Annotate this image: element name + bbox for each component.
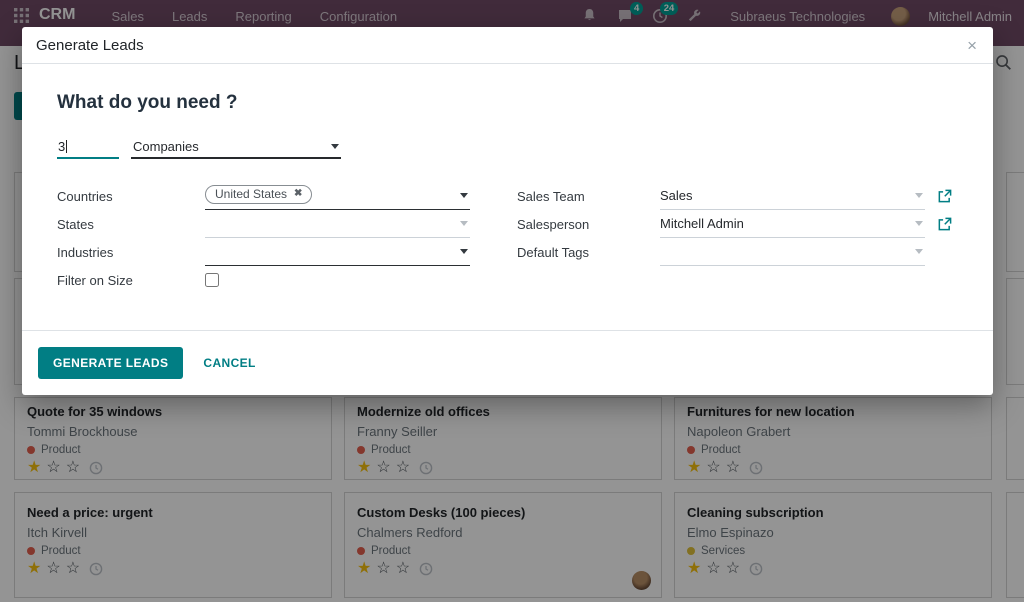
chevron-down-icon[interactable] xyxy=(915,193,923,198)
chevron-down-icon[interactable] xyxy=(460,193,468,198)
generate-leads-button[interactable]: GENERATE LEADS xyxy=(38,347,183,379)
industries-label: Industries xyxy=(57,245,205,260)
external-link-icon[interactable] xyxy=(937,217,952,232)
cancel-button[interactable]: CANCEL xyxy=(203,356,255,370)
chevron-down-icon[interactable] xyxy=(460,249,468,254)
text-cursor xyxy=(66,140,67,153)
salesperson-input[interactable]: Mitchell Admin xyxy=(660,210,925,238)
states-label: States xyxy=(57,217,205,232)
states-input[interactable] xyxy=(205,210,470,238)
sales-team-label: Sales Team xyxy=(517,189,660,204)
salesperson-label: Salesperson xyxy=(517,217,660,232)
close-icon[interactable]: × xyxy=(967,37,977,54)
screen: CRM Sales Leads Reporting Configuration … xyxy=(0,0,1024,602)
dialog-header: Generate Leads × xyxy=(22,27,993,64)
dialog-heading: What do you need ? xyxy=(57,92,238,114)
lead-type-select[interactable]: Companies xyxy=(131,136,341,159)
industries-input[interactable] xyxy=(205,238,470,266)
chevron-down-icon[interactable] xyxy=(915,249,923,254)
dialog-title: Generate Leads xyxy=(36,37,144,54)
count-type-row: 3 Companies xyxy=(57,136,341,159)
filter-on-size-checkbox[interactable] xyxy=(205,273,219,287)
filter-on-size-label: Filter on Size xyxy=(57,273,205,288)
country-tag[interactable]: United States ✖ xyxy=(205,185,312,204)
default-tags-input[interactable] xyxy=(660,238,925,266)
tag-remove-icon[interactable]: ✖ xyxy=(294,188,302,199)
external-link-icon[interactable] xyxy=(937,189,952,204)
default-tags-label: Default Tags xyxy=(517,245,660,260)
chevron-down-icon xyxy=(331,144,339,149)
chevron-down-icon[interactable] xyxy=(460,221,468,226)
dialog-footer: GENERATE LEADS CANCEL xyxy=(22,330,993,395)
chevron-down-icon[interactable] xyxy=(915,221,923,226)
dialog-body: What do you need ? 3 Companies Countries… xyxy=(22,64,993,330)
lead-count-input[interactable]: 3 xyxy=(57,136,119,159)
sales-team-input[interactable]: Sales xyxy=(660,182,925,210)
countries-label: Countries xyxy=(57,189,205,204)
countries-input[interactable]: United States ✖ xyxy=(205,182,470,210)
generate-leads-dialog: Generate Leads × What do you need ? 3 Co… xyxy=(22,27,993,395)
